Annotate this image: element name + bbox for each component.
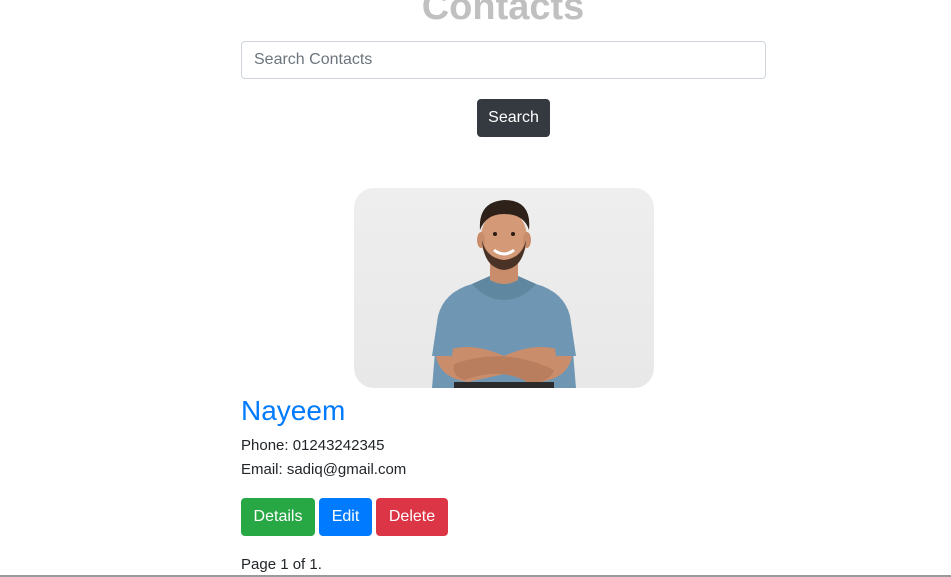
person-photo-icon [432,200,576,388]
pagination-status: Page 1 of 1. [241,556,322,573]
page-title: Contacts [421,0,585,28]
search-input[interactable] [241,41,766,79]
edit-button[interactable]: Edit [319,498,372,536]
contact-name-link[interactable]: Nayeem [241,393,345,429]
details-button[interactable]: Details [241,498,315,536]
contact-email: Email: sadiq@gmail.com [241,461,407,478]
contact-phone: Phone: 01243242345 [241,437,385,454]
search-button[interactable]: Search [477,99,550,137]
contacts-page: Contacts Search Contacts Search Nayeem P… [0,0,951,577]
contact-photo [354,188,654,388]
delete-button[interactable]: Delete [376,498,448,536]
